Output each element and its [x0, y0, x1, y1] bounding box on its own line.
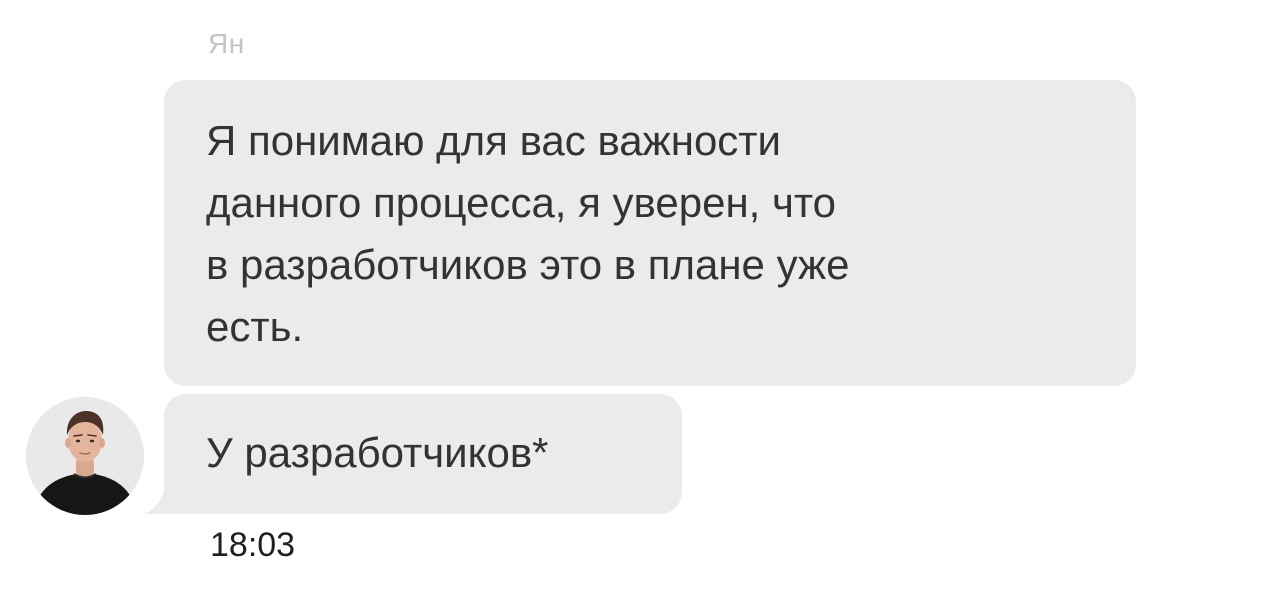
message-bubble-2[interactable]: У разработчиков*: [164, 394, 682, 514]
message-line: есть.: [206, 303, 304, 350]
message-line: в разработчиков это в плане уже: [206, 241, 850, 288]
chat-thread: Ян Я понимаю для вас важности данного пр…: [0, 0, 1280, 616]
message-line: данного процесса, я уверен, что: [206, 179, 836, 226]
avatar[interactable]: [26, 397, 144, 515]
message-text: У разработчиков*: [206, 429, 549, 476]
user-avatar-icon: [26, 397, 144, 515]
message-line: Я понимаю для вас важности: [206, 117, 781, 164]
message-bubble-1[interactable]: Я понимаю для вас важности данного проце…: [164, 80, 1136, 386]
message-timestamp: 18:03: [210, 526, 296, 564]
sender-name[interactable]: Ян: [208, 28, 245, 60]
